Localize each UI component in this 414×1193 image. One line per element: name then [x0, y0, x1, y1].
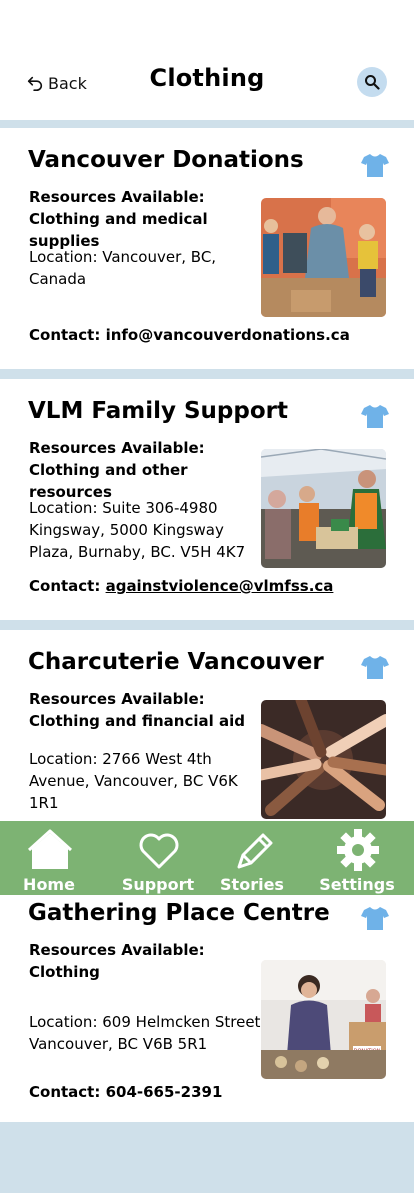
nav-support[interactable]: Support: [113, 821, 203, 895]
nav-home-label: Home: [23, 875, 75, 894]
resources-text: Resources Available: Clothing and other …: [29, 439, 205, 501]
shirt-icon: [361, 656, 389, 679]
resources-text: Resources Available: Clothing: [29, 941, 205, 981]
shirt-icon: [361, 154, 389, 177]
gear-icon: [337, 829, 379, 871]
location-text: Location: Suite 306-4980 Kingsway, 5000 …: [29, 499, 246, 561]
contact-prefix: Contact:: [29, 1083, 106, 1101]
nav-settings-label: Settings: [319, 875, 395, 894]
nav-home[interactable]: Home: [4, 821, 94, 895]
nav-settings[interactable]: Settings: [312, 821, 402, 895]
app-header: Back Clothing: [0, 0, 414, 120]
nav-stories[interactable]: Stories: [207, 821, 297, 895]
organization-name: Charcuterie Vancouver: [28, 649, 324, 675]
resource-card[interactable]: Vancouver Donations Resources Available:…: [0, 128, 414, 369]
heart-icon: [139, 833, 179, 869]
contact-prefix: Contact:: [29, 577, 106, 595]
organization-photo: [261, 700, 386, 819]
resource-card[interactable]: VLM Family Support Resources Available: …: [0, 379, 414, 620]
page-title: Clothing: [149, 64, 265, 92]
organization-photo: [261, 449, 386, 568]
bottom-nav: Home Support Stories Settings: [0, 821, 414, 895]
location-text: Location: 609 Helmcken Street, Vancouver…: [29, 1013, 266, 1053]
shirt-icon: [361, 907, 389, 930]
organization-photo: [261, 198, 386, 317]
contact-email[interactable]: info@vancouverdonations.ca: [106, 326, 350, 344]
nav-support-label: Support: [121, 875, 195, 894]
organization-name: VLM Family Support: [28, 398, 288, 424]
pencil-icon: [237, 833, 273, 869]
nav-stories-label: Stories: [220, 875, 284, 894]
contact-phone[interactable]: 604-665-2391: [106, 1083, 223, 1101]
resources-text: Resources Available: Clothing and medica…: [29, 188, 208, 250]
search-button[interactable]: [357, 67, 387, 97]
contact-email-link[interactable]: againstviolence@vlmfss.ca: [106, 577, 334, 595]
contact-line: Contact: 604-665-2391: [29, 1083, 222, 1101]
resource-card[interactable]: Gathering Place Centre Resources Availab…: [0, 881, 414, 1122]
contact-line: Contact: info@vancouverdonations.ca: [29, 326, 350, 344]
resources-text: Resources Available: Clothing and financ…: [29, 690, 245, 730]
organization-photo: DONATION: [261, 960, 386, 1079]
contact-prefix: Contact:: [29, 326, 106, 344]
location-text: Location: 2766 West 4th Avenue, Vancouve…: [29, 750, 238, 812]
location-text: Location: Vancouver, BC, Canada: [29, 248, 217, 288]
search-icon: [365, 75, 380, 90]
organization-name: Vancouver Donations: [28, 147, 304, 173]
home-icon: [28, 829, 72, 869]
contact-line: Contact: againstviolence@vlmfss.ca: [29, 577, 333, 595]
organization-name: Gathering Place Centre: [28, 900, 330, 926]
shirt-icon: [361, 405, 389, 428]
